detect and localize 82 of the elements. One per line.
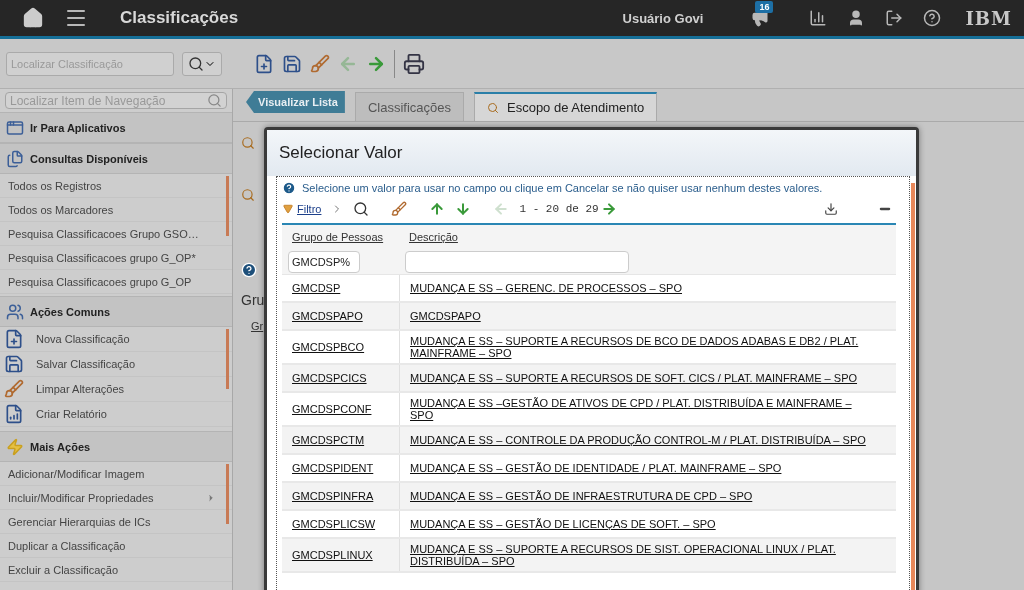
group-link[interactable]: GMCDSPCONF xyxy=(282,403,399,415)
clear-button[interactable] xyxy=(310,53,330,74)
magnifier-icon xyxy=(487,101,499,114)
back-to-list-button[interactable]: Visualizar Lista xyxy=(246,91,345,113)
help-button[interactable] xyxy=(923,9,942,27)
scrollbar-thumb[interactable] xyxy=(226,176,229,236)
chart-button[interactable] xyxy=(809,9,828,27)
description-link[interactable]: MUDANÇA E SS – GESTÃO DE LICENÇAS DE SOFT. – SPO xyxy=(410,514,716,534)
column-header[interactable]: Descrição xyxy=(399,231,896,243)
nav-item[interactable]: Pesquisa Classificacoes grupo G_OP xyxy=(0,270,232,294)
filter-field[interactable] xyxy=(405,250,629,273)
description-link[interactable]: GMCDSPAPO xyxy=(410,306,481,326)
section-header[interactable]: Consultas Disponíveis xyxy=(0,143,232,174)
column-header[interactable]: Grupo de Pessoas xyxy=(282,231,399,243)
description-link[interactable]: MUDANÇA E SS – CONTROLE DA PRODUÇÃO CONTROL-M / PLAT. DISTRIBUÍDA – SPO xyxy=(410,430,866,450)
tab[interactable]: Classificações xyxy=(354,92,464,121)
download-icon[interactable] xyxy=(824,202,838,216)
brush-icon xyxy=(4,379,24,399)
save-icon xyxy=(282,53,302,74)
section-heading: Gru xyxy=(241,292,266,308)
filter-field[interactable]: GMCDSP% xyxy=(288,250,360,273)
description-link[interactable]: MUDANÇA E SS – GERENC. DE PROCESSOS – SPO xyxy=(410,278,682,298)
new-button[interactable] xyxy=(254,53,274,74)
nav-item[interactable]: Excluir a Classificação xyxy=(0,558,232,582)
action-item[interactable]: Criar Relatório xyxy=(0,402,232,427)
description-link[interactable]: MUDANÇA E SS – SUPORTE A RECURSOS DE SOFT. CICS / PLAT. MAINFRAME – SPO xyxy=(410,368,858,388)
description-link[interactable]: MUDANÇA E SS – SUPORTE A RECURSOS DE SIST. OPERACIONAL LINUX / PLAT. DISTRIBUÍDA – SPO xyxy=(410,539,872,571)
section-header[interactable]: Mais Ações xyxy=(0,431,232,462)
scrollbar-thumb[interactable] xyxy=(226,464,229,524)
column-header: Gr xyxy=(251,320,265,332)
filter-link[interactable]: Filtro xyxy=(283,203,322,215)
nav-item[interactable]: Pesquisa Classificacoes grupo G_OP* xyxy=(0,246,232,270)
print-button[interactable] xyxy=(403,52,425,75)
new-document-icon xyxy=(254,53,274,74)
brush-icon[interactable] xyxy=(391,201,408,217)
group-link[interactable]: GMCDSPINFRA xyxy=(282,490,399,502)
nav-item[interactable]: Duplicar a Classificação xyxy=(0,534,232,558)
app-title: Classificações xyxy=(120,8,239,28)
user-name: Usuário Govi xyxy=(622,10,704,26)
triangle-icon xyxy=(283,204,293,214)
dialog-title: Selecionar Valor xyxy=(279,143,403,163)
new-document-icon xyxy=(4,329,24,349)
pagination-text: 1 - 20 de 29 xyxy=(519,203,599,215)
save-button[interactable] xyxy=(282,53,302,74)
print-icon xyxy=(403,52,425,75)
save-icon xyxy=(4,354,24,374)
window-icon xyxy=(6,118,24,137)
notification-count: 16 xyxy=(755,1,774,13)
section-header[interactable]: Ir Para Aplicativos xyxy=(0,112,232,143)
help-icon xyxy=(241,262,257,278)
scrollbar-thumb[interactable] xyxy=(911,183,915,590)
search-button[interactable] xyxy=(182,51,222,76)
tab[interactable]: Escopo de Atendimento xyxy=(474,92,658,121)
report-icon xyxy=(4,404,24,424)
home-button[interactable] xyxy=(22,7,44,29)
users-icon xyxy=(6,302,24,321)
group-link[interactable]: GMCDSPLICSW xyxy=(282,518,399,530)
section-header[interactable]: Ações Comuns xyxy=(0,296,232,327)
group-link[interactable]: GMCDSPCTM xyxy=(282,434,399,446)
brush-icon xyxy=(310,53,330,74)
group-link[interactable]: GMCDSPAPO xyxy=(282,310,399,322)
description-link[interactable]: MUDANÇA E SS – GESTÃO DE IDENTIDADE / PLAT. MAINFRAME – SPO xyxy=(410,458,782,478)
group-link[interactable]: GMCDSPBCO xyxy=(282,341,399,353)
hint-text: Selecione um valor para usar no campo ou clique em Cancelar se não quiser usar nenhum destes valores. xyxy=(302,182,823,194)
help-icon xyxy=(282,181,296,195)
magnifier-icon xyxy=(241,136,255,150)
scrollbar-thumb[interactable] xyxy=(226,329,229,389)
group-link[interactable]: GMCDSP xyxy=(282,282,399,294)
search-icon xyxy=(188,55,204,72)
description-link[interactable]: MUDANÇA E SS – GESTÃO DE INFRAESTRUTURA DE CPD – SPO xyxy=(410,486,753,506)
logo: IBM xyxy=(965,7,1012,29)
logout-button[interactable] xyxy=(885,9,904,27)
description-link[interactable]: MUDANÇA E SS – SUPORTE A RECURSOS DE BCO DE DADOS ADABAS E DB2 / PLAT. MAINFRAME – SPO xyxy=(410,331,872,363)
documents-icon xyxy=(6,149,24,168)
magnifier-icon xyxy=(241,188,255,202)
search-icon[interactable] xyxy=(353,201,370,217)
description-link[interactable]: MUDANÇA E SS –GESTÃO DE ATIVOS DE CPD / PLAT. DISTRIBUÍDA E MAINFRAME – SPO xyxy=(410,393,872,425)
group-link[interactable]: GMCDSPCICS xyxy=(282,372,399,384)
search-icon xyxy=(207,93,222,108)
group-link[interactable]: GMCDSPLINUX xyxy=(282,549,399,561)
group-link[interactable]: GMCDSPIDENT xyxy=(282,462,399,474)
lightning-icon xyxy=(6,437,24,456)
